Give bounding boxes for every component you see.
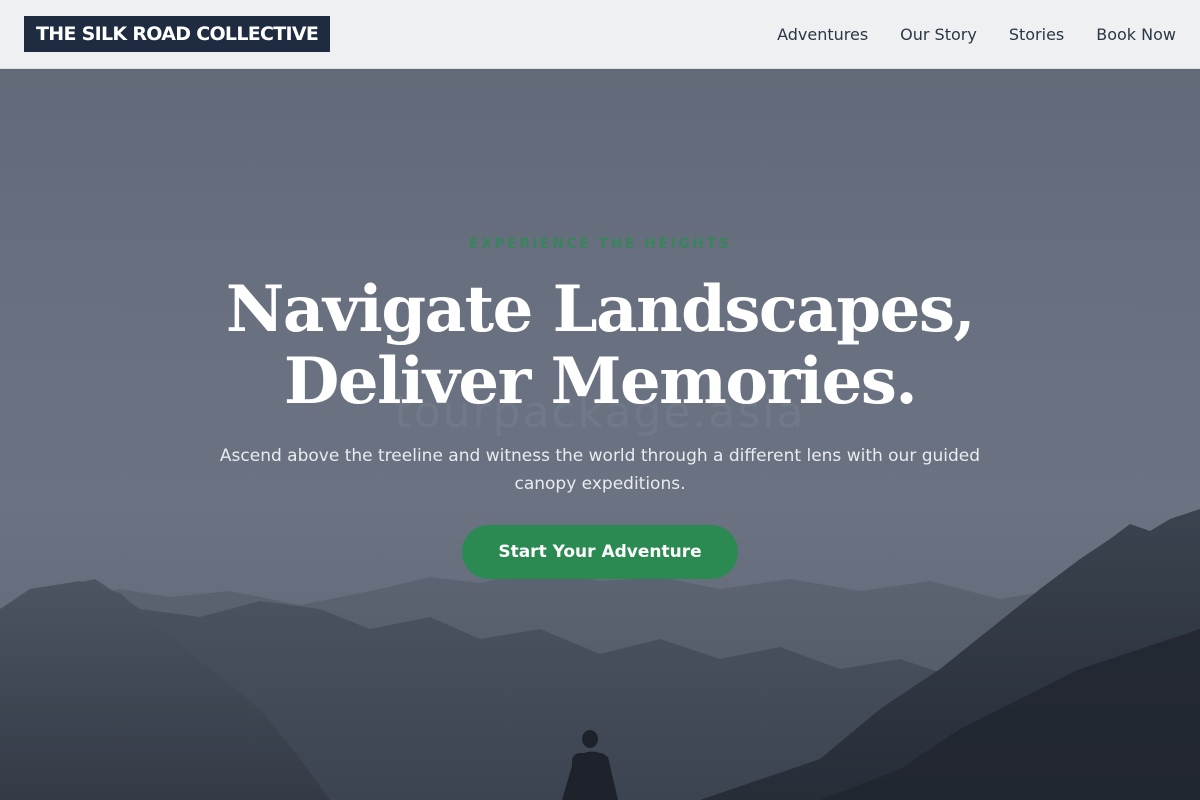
hero-headline-line-1: Navigate Landscapes, [225, 272, 976, 347]
main-nav: Adventures Our Story Stories Book Now [745, 25, 1176, 44]
hero-headline-line-2: Deliver Memories. [283, 344, 918, 419]
site-header: THE SILK ROAD COLLECTIVE Adventures Our … [0, 0, 1200, 69]
nav-link-book-now[interactable]: Book Now [1096, 25, 1176, 44]
nav-link-adventures[interactable]: Adventures [777, 25, 868, 44]
nav-link-stories[interactable]: Stories [1009, 25, 1064, 44]
hero-headline: Navigate Landscapes, Deliver Memories. [0, 274, 1200, 418]
hero-section: tourpackage.asia EXPERIENCE THE HEIGHTS … [0, 69, 1200, 800]
nav-link-our-story[interactable]: Our Story [900, 25, 977, 44]
hero-subtext: Ascend above the treeline and witness th… [219, 446, 981, 494]
site-logo[interactable]: THE SILK ROAD COLLECTIVE [24, 16, 331, 52]
start-adventure-button[interactable]: Start Your Adventure [462, 525, 738, 579]
hero-eyebrow: EXPERIENCE THE HEIGHTS [468, 236, 732, 252]
